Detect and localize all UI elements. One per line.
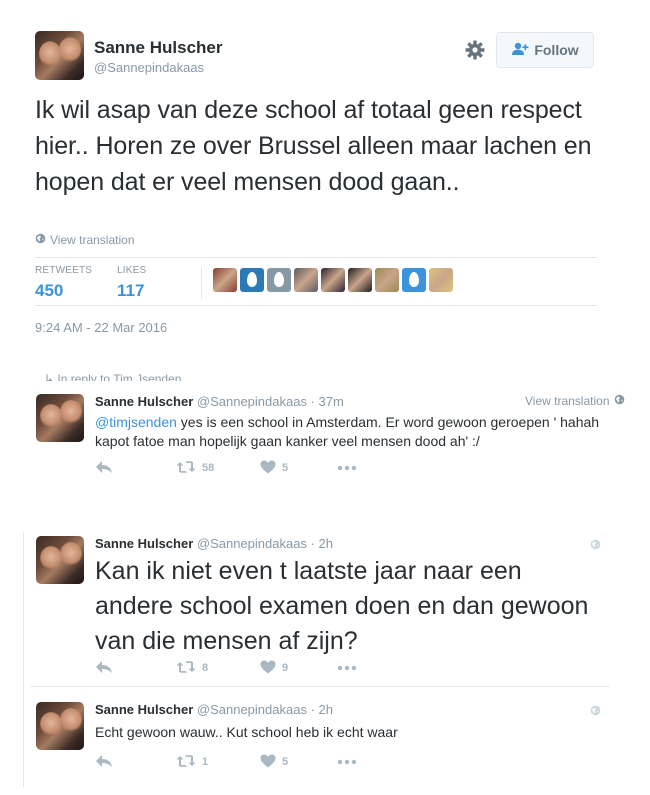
reply-author-handle[interactable]: @Sannepindakaas · 37m — [197, 394, 344, 409]
more-button[interactable] — [337, 462, 357, 474]
liker-avatars — [213, 268, 453, 292]
follow-label: Follow — [534, 42, 579, 58]
reply-avatar[interactable] — [36, 394, 84, 442]
heart-icon — [260, 660, 276, 677]
more-icon — [337, 462, 357, 474]
retweet-icon — [176, 660, 196, 677]
tweet-text: Ik wil asap van deze school af totaal ge… — [35, 96, 592, 196]
mention-link[interactable]: @timjsenden — [95, 414, 177, 430]
likes-count: 117 — [117, 281, 145, 300]
tweet-timestamp[interactable]: 9:24 AM - 22 Mar 2016 — [35, 320, 167, 335]
globe-icon — [35, 233, 46, 247]
reply-text: Kan ik niet even t laatste jaar naar een… — [95, 557, 589, 655]
more-icon — [337, 662, 357, 674]
view-translation-label: View translation — [50, 233, 135, 247]
like-count: 5 — [282, 462, 289, 474]
author-handle[interactable]: @Sannepindakaas — [94, 60, 204, 75]
globe-icon[interactable] — [590, 703, 601, 721]
reply-author-handle[interactable]: @Sannepindakaas · 2h — [197, 536, 333, 551]
retweet-count: 8 — [202, 662, 209, 674]
retweet-icon — [176, 460, 196, 477]
reply-button[interactable] — [95, 660, 176, 677]
retweet-count: 1 — [202, 756, 209, 768]
reply-icon — [95, 460, 113, 477]
gear-icon[interactable] — [462, 37, 488, 63]
retweet-button[interactable]: 1 — [176, 754, 260, 771]
likes-stat[interactable]: LIKES 117 — [117, 265, 146, 301]
reply-author-name[interactable]: Sanne Hulscher — [95, 536, 193, 551]
view-translation-label: View translation — [525, 394, 610, 408]
photo-avatar[interactable] — [348, 268, 372, 292]
reply-button[interactable] — [95, 754, 176, 771]
tweet-stats: RETWEETS 450 LIKES 117 — [35, 257, 597, 306]
retweet-icon — [176, 754, 196, 771]
globe-icon — [614, 394, 625, 408]
reply-icon — [95, 660, 113, 677]
view-translation-link[interactable]: View translation — [525, 394, 625, 408]
photo-avatar[interactable] — [321, 268, 345, 292]
reply-tweet[interactable]: Sanne Hulscher @Sannepindakaas · 2h Kan … — [30, 527, 610, 687]
conversation-rule — [23, 532, 24, 787]
reply-actions: 8 9 — [95, 658, 357, 678]
photo-avatar[interactable] — [429, 268, 453, 292]
likes-label: LIKES — [117, 265, 147, 276]
reply-author-handle[interactable]: @Sannepindakaas · 2h — [197, 702, 333, 717]
heart-icon — [260, 460, 276, 477]
reply-tweet[interactable]: Sanne Hulscher @Sannepindakaas · 37m Vie… — [30, 390, 625, 490]
retweets-label: RETWEETS — [35, 265, 93, 276]
more-button[interactable] — [337, 662, 357, 674]
heart-icon — [260, 754, 276, 771]
reply-avatar[interactable] — [36, 536, 84, 584]
follow-button[interactable]: Follow — [496, 32, 594, 68]
egg-avatar[interactable] — [240, 268, 264, 292]
reply-text: @timjsenden yes is een school in Amsterd… — [95, 413, 615, 451]
reply-author-name[interactable]: Sanne Hulscher — [95, 702, 193, 717]
like-button[interactable]: 5 — [260, 754, 337, 771]
reply-header: Sanne Hulscher @Sannepindakaas · 2h — [95, 702, 333, 717]
reply-avatar[interactable] — [36, 702, 84, 750]
photo-avatar[interactable] — [375, 268, 399, 292]
retweets-count: 450 — [35, 281, 64, 300]
retweet-button[interactable]: 58 — [176, 460, 260, 477]
reply-actions: 1 5 — [95, 752, 357, 772]
in-reply-to-text[interactable]: ↳ In reply to Tim Jsenden — [44, 372, 181, 381]
more-icon — [337, 756, 357, 768]
globe-icon[interactable] — [590, 537, 601, 555]
reply-author-name[interactable]: Sanne Hulscher — [95, 394, 193, 409]
reply-header: Sanne Hulscher @Sannepindakaas · 2h — [95, 536, 333, 551]
like-button[interactable]: 5 — [260, 460, 337, 477]
author-avatar[interactable] — [35, 31, 84, 80]
add-user-icon — [511, 42, 529, 59]
like-count: 5 — [282, 756, 289, 768]
egg-avatar[interactable] — [267, 268, 291, 292]
retweet-count: 58 — [202, 462, 215, 474]
reply-text: Echt gewoon wauw.. Kut school heb ik ech… — [95, 724, 398, 740]
reply-button[interactable] — [95, 460, 176, 477]
reply-actions: 58 5 — [95, 458, 357, 478]
like-button[interactable]: 9 — [260, 660, 337, 677]
egg-avatar[interactable] — [402, 268, 426, 292]
retweets-stat[interactable]: RETWEETS 450 — [35, 265, 92, 301]
more-button[interactable] — [337, 756, 357, 768]
view-translation-link[interactable]: View translation — [35, 233, 135, 247]
stat-divider — [201, 267, 202, 299]
reply-header: Sanne Hulscher @Sannepindakaas · 37m — [95, 394, 344, 409]
retweet-button[interactable]: 8 — [176, 660, 260, 677]
in-reply-to-line: ↳ In reply to Tim Jsenden — [0, 367, 650, 381]
like-count: 9 — [282, 662, 289, 674]
reply-icon — [95, 754, 113, 771]
photo-avatar[interactable] — [213, 268, 237, 292]
author-name[interactable]: Sanne Hulscher — [94, 38, 223, 58]
photo-avatar[interactable] — [294, 268, 318, 292]
reply-tweet[interactable]: Sanne Hulscher @Sannepindakaas · 2h Echt… — [30, 697, 625, 787]
